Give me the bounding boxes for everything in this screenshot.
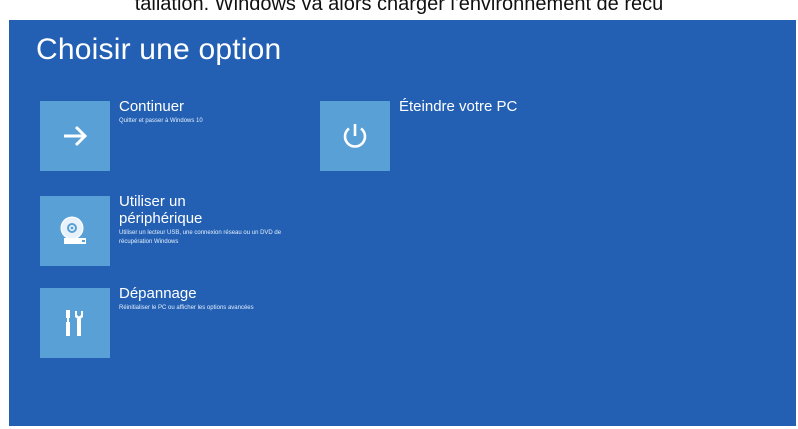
troubleshoot-label: Dépannage <box>119 285 197 302</box>
power-icon <box>343 124 367 148</box>
continue-label: Continuer <box>119 98 185 115</box>
troubleshoot-option[interactable]: Dépannage Réinitialiser le PC ou affiche… <box>40 285 300 360</box>
shutdown-tile[interactable] <box>320 101 390 171</box>
use-device-description: Utiliser un lecteur USB, une connexion r… <box>119 230 282 245</box>
troubleshoot-tile[interactable] <box>40 288 110 358</box>
troubleshoot-description: Réinitialiser le PC ou afficher les opti… <box>119 305 254 311</box>
recovery-screen: Choisir une option Continuer Quitter et … <box>9 20 796 426</box>
continue-tile[interactable] <box>40 101 110 171</box>
use-device-option[interactable]: Utiliser un périphérique Utiliser un lec… <box>40 193 300 268</box>
tools-icon <box>66 310 83 336</box>
page-caption-text: tallation. Windows va alors charger l'en… <box>134 0 664 15</box>
page-title: Choisir une option <box>36 33 282 66</box>
continue-description: Quitter et passer à Windows 10 <box>119 118 203 124</box>
use-device-label: Utiliser un périphérique <box>119 193 203 227</box>
disc-drive-icon <box>60 216 86 244</box>
shutdown-option[interactable]: Éteindre votre PC <box>320 98 580 173</box>
use-device-tile[interactable] <box>40 196 110 266</box>
shutdown-label: Éteindre votre PC <box>399 98 518 115</box>
arrow-right-icon <box>64 125 88 147</box>
continue-option[interactable]: Continuer Quitter et passer à Windows 10 <box>40 98 300 173</box>
